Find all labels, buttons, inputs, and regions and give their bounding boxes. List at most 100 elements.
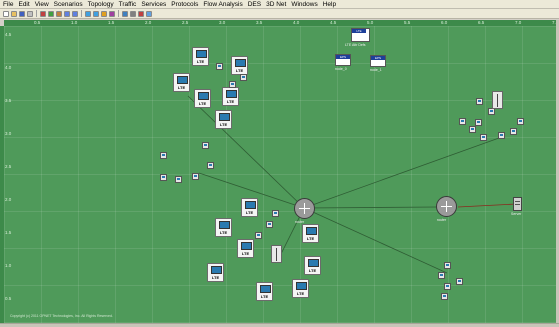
lte-node[interactable]: LTE	[256, 282, 273, 301]
stats-icon[interactable]	[109, 10, 115, 17]
lte-text: LTE	[306, 236, 315, 241]
antenna-icon	[497, 94, 498, 107]
wireless-client-node[interactable]	[459, 118, 466, 125]
wireless-client-node[interactable]	[192, 173, 199, 180]
x-tick-label: 6.5	[478, 20, 485, 25]
print-icon[interactable]	[27, 10, 33, 17]
wireless-client-node[interactable]	[266, 221, 273, 228]
lte-text: LTE	[219, 230, 228, 235]
lte-node[interactable]: LTE	[207, 263, 224, 282]
wireless-client-node[interactable]	[475, 119, 482, 126]
eps-config-node[interactable]: EPS	[335, 54, 351, 66]
monitor-stand	[308, 234, 313, 235]
lte-node[interactable]: LTE	[237, 239, 254, 258]
monitor-stand	[213, 273, 218, 274]
open-icon[interactable]	[11, 10, 17, 17]
wireless-client-node[interactable]	[510, 128, 517, 135]
menu-scenarios[interactable]: Scenarios	[54, 1, 83, 8]
lte-text: LTE	[219, 122, 228, 127]
wireless-client-node[interactable]	[498, 132, 505, 139]
run-icon[interactable]	[85, 10, 91, 17]
zoom-in-icon[interactable]	[64, 10, 70, 17]
menu-view[interactable]: View	[35, 1, 49, 8]
wireless-client-node[interactable]	[438, 272, 445, 279]
menu-services[interactable]: Services	[141, 1, 166, 8]
paste-icon[interactable]	[56, 10, 62, 17]
menu-traffic[interactable]: Traffic	[119, 1, 137, 8]
server-slot	[515, 201, 520, 202]
wireless-client-node[interactable]	[229, 81, 236, 88]
new-icon[interactable]	[3, 10, 9, 17]
wireless-client-node[interactable]	[444, 262, 451, 269]
wireless-client-node[interactable]	[480, 134, 487, 141]
wireless-client-node[interactable]	[488, 108, 495, 115]
server-slot	[515, 204, 520, 205]
lte-node[interactable]: LTE	[192, 47, 209, 66]
wireless-client-node[interactable]	[202, 142, 209, 149]
lte-text: LTE	[260, 294, 269, 299]
menu-edit[interactable]: Edit	[18, 1, 29, 8]
server-label: Server	[511, 212, 522, 216]
menu-windows[interactable]: Windows	[291, 1, 317, 8]
wireless-client-node[interactable]	[469, 126, 476, 133]
lte-node[interactable]: LTE	[222, 87, 239, 106]
lte-node[interactable]: LTE	[215, 110, 232, 129]
wireless-client-node[interactable]	[456, 278, 463, 285]
wireless-client-node[interactable]	[240, 74, 247, 81]
base-station-tower[interactable]	[271, 245, 282, 263]
wireless-client-node[interactable]	[160, 152, 167, 159]
toolbar-separator	[118, 10, 119, 17]
menu-des[interactable]: DES	[248, 1, 261, 8]
wireless-client-node[interactable]	[444, 283, 451, 290]
menu-flow-analysis[interactable]: Flow Analysis	[203, 1, 242, 8]
menu-3d-net[interactable]: 3D Net	[266, 1, 286, 8]
graph-icon[interactable]	[101, 10, 107, 17]
lte-text: LTE	[296, 291, 305, 296]
zoom-out-icon[interactable]	[72, 10, 78, 17]
lte-node[interactable]: LTE	[173, 73, 190, 92]
wireless-client-node[interactable]	[255, 232, 262, 239]
help-icon[interactable]	[146, 10, 152, 17]
wireless-client-node[interactable]	[160, 174, 167, 181]
x-tick-label: 1.5	[108, 20, 115, 25]
lte-config-node[interactable]: LTE	[351, 28, 370, 42]
copy-icon[interactable]	[48, 10, 54, 17]
horizontal-scrollbar[interactable]	[0, 323, 559, 327]
server-node[interactable]	[513, 197, 522, 211]
router-arrow-v	[304, 203, 305, 214]
config-title: EPS	[371, 56, 385, 60]
base-station-tower[interactable]	[492, 91, 503, 109]
monitor-icon	[274, 212, 277, 214]
wireless-client-node[interactable]	[476, 98, 483, 105]
menu-topology[interactable]: Topology	[88, 1, 114, 8]
lte-node[interactable]: LTE	[304, 256, 321, 275]
menu-file[interactable]: File	[3, 1, 13, 8]
lte-node[interactable]: LTE	[241, 198, 258, 217]
wireless-client-node[interactable]	[272, 210, 279, 217]
cut-icon[interactable]	[40, 10, 46, 17]
lte-node[interactable]: LTE	[292, 279, 309, 298]
config-node-label: LTE Attr Defs	[345, 43, 366, 47]
palette-icon[interactable]	[138, 10, 144, 17]
network-workspace[interactable]: LTE LTE LTE LTE LTE LTE LTE LTE LTE LTE LTE LTE LTE L…	[4, 26, 556, 323]
wireless-client-node[interactable]	[441, 293, 448, 300]
menu-protocols[interactable]: Protocols	[171, 1, 198, 8]
wireless-client-node[interactable]	[175, 176, 182, 183]
lte-node[interactable]: LTE	[231, 56, 248, 75]
wireless-client-node[interactable]	[207, 162, 214, 169]
lte-node[interactable]: LTE	[215, 218, 232, 237]
results-icon[interactable]	[93, 10, 99, 17]
menu-help[interactable]: Help	[323, 1, 336, 8]
lte-node[interactable]: LTE	[194, 89, 211, 108]
core-router-node[interactable]	[294, 198, 315, 219]
link-icon[interactable]	[130, 10, 136, 17]
save-icon[interactable]	[19, 10, 25, 17]
wireless-client-node[interactable]	[216, 63, 223, 70]
table-icon[interactable]	[122, 10, 128, 17]
y-tick-label: 2.0	[5, 197, 12, 202]
lte-text: LTE	[235, 68, 244, 73]
gateway-router-node[interactable]	[436, 196, 457, 217]
eps-config-node[interactable]: EPS	[370, 55, 386, 67]
wireless-client-node[interactable]	[517, 118, 524, 125]
lte-node[interactable]: LTE	[302, 224, 319, 243]
